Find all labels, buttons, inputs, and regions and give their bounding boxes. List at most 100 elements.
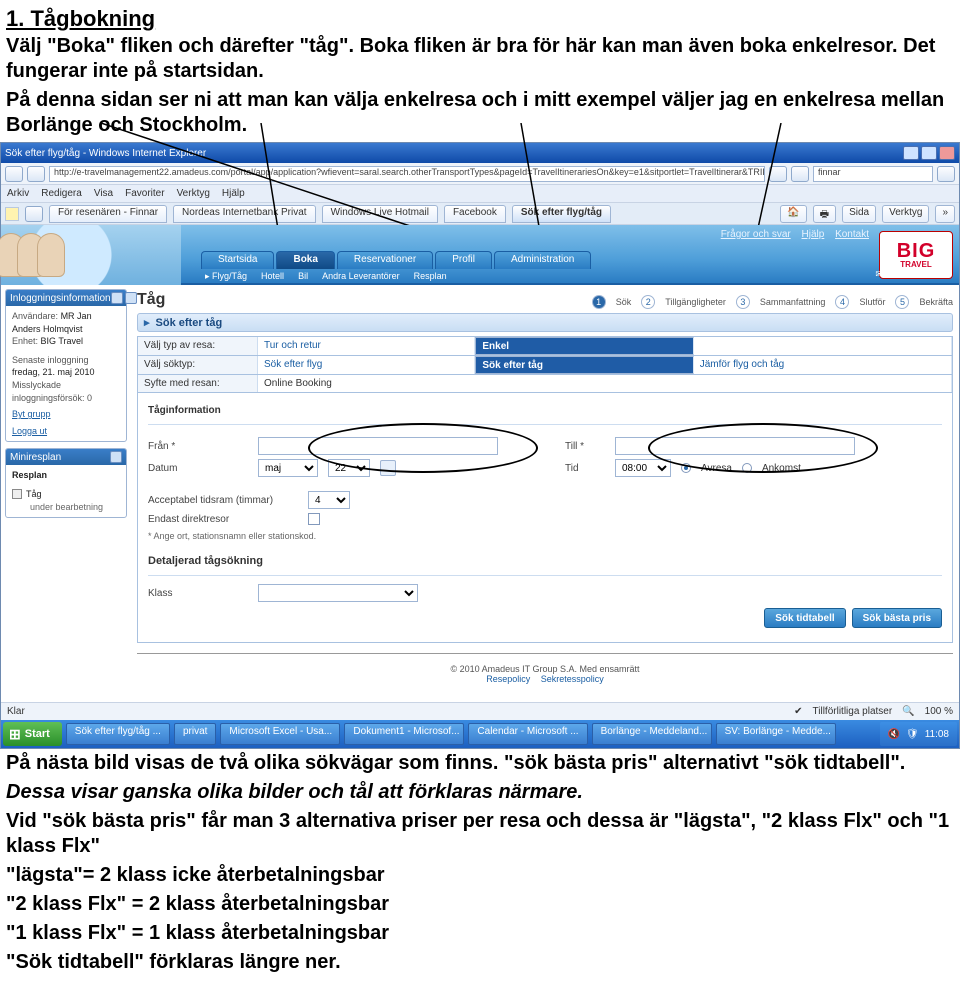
taskbar-item[interactable]: SV: Borlänge - Medde... <box>716 723 836 745</box>
footer-link-resepolicy[interactable]: Resepolicy <box>486 674 530 684</box>
system-tray[interactable]: 🔇 🛡 11:08 <box>880 722 957 746</box>
date-day-select[interactable]: 22 <box>328 459 370 477</box>
doc-paragraph-b4: "lägsta"= 2 klass icke återbetalningsbar <box>6 863 954 888</box>
taskbar-item[interactable]: privat <box>174 723 216 745</box>
header-link-contact[interactable]: Kontakt <box>835 229 869 240</box>
menu-arkiv[interactable]: Arkiv <box>7 188 29 199</box>
menu-verktyg[interactable]: Verktyg <box>177 188 210 199</box>
footer-copyright: © 2010 Amadeus IT Group S.A. Med ensamrä… <box>137 664 953 674</box>
nav-forward-button[interactable] <box>27 166 45 182</box>
opt-roundtrip[interactable]: Tur och retur <box>258 337 475 355</box>
stop-button[interactable] <box>791 166 809 182</box>
time-select[interactable]: 08:00 <box>615 459 671 477</box>
header-link-help[interactable]: Hjälp <box>802 229 825 240</box>
link-byt-grupp[interactable]: Byt grupp <box>12 408 120 421</box>
accept-select[interactable]: 4 <box>308 491 350 509</box>
collapse-icon[interactable] <box>110 451 122 463</box>
klass-select[interactable] <box>258 584 418 602</box>
from-label: Från * <box>148 441 248 452</box>
browser-tab[interactable]: För resenären - Finnar <box>49 205 167 223</box>
search-go-button[interactable] <box>937 166 955 182</box>
home-icon[interactable]: 🏠 <box>780 205 806 223</box>
browser-tab[interactable]: Sök efter flyg/tåg <box>512 205 611 223</box>
to-input[interactable] <box>615 437 855 455</box>
subnav-resplan[interactable]: Resplan <box>414 271 447 281</box>
taskbar-item[interactable]: Dokument1 - Microsof... <box>344 723 464 745</box>
tab-profil[interactable]: Profil <box>435 251 492 269</box>
maximize-button[interactable] <box>921 146 937 160</box>
login-panel-title: Inloggningsinformation <box>10 293 111 304</box>
help-icon[interactable]: » <box>935 205 955 223</box>
feed-icon[interactable]: 🖶 <box>813 205 836 223</box>
taskbar-item[interactable]: Borlänge - Meddeland... <box>592 723 712 745</box>
direct-checkbox[interactable] <box>308 513 320 525</box>
taskbar-item[interactable]: Calendar - Microsoft ... <box>468 723 587 745</box>
tab-startsida[interactable]: Startsida <box>201 251 274 269</box>
step-4-label: Slutför <box>859 297 885 307</box>
page-title: Tåg <box>137 291 165 309</box>
zoom-icon[interactable]: 🔍 <box>902 706 914 717</box>
opt-compare[interactable]: Jämför flyg och tåg <box>694 356 952 374</box>
checkbox-icon[interactable] <box>12 489 22 499</box>
favorites-icon[interactable] <box>5 207 19 221</box>
radio-avresa-label: Avresa <box>701 463 732 474</box>
browser-tab[interactable]: Facebook <box>444 205 506 223</box>
close-button[interactable] <box>939 146 955 160</box>
taskbar-item[interactable]: Sök efter flyg/tåg ... <box>66 723 170 745</box>
tab-administration[interactable]: Administration <box>494 251 591 269</box>
mini-resplan-panel: Miniresplan Resplan Tåg under bearbetnin… <box>5 448 127 518</box>
page-menu[interactable]: Sida <box>842 205 876 223</box>
tools-menu[interactable]: Verktyg <box>882 205 929 223</box>
sok-basta-pris-button[interactable]: Sök bästa pris <box>852 608 942 628</box>
unit-label: Enhet: <box>12 336 38 346</box>
main-content: Tåg 1Sök 2Tillgängligheter 3Sammanfattni… <box>131 285 959 702</box>
address-input[interactable]: http://e-travelmanagement22.amadeus.com/… <box>49 166 765 182</box>
search-input[interactable]: finnar <box>813 166 933 182</box>
footer-link-sekretess[interactable]: Sekretesspolicy <box>541 674 604 684</box>
start-button[interactable]: Start <box>3 722 62 746</box>
taskbar-item[interactable]: Microsoft Excel - Usa... <box>220 723 340 745</box>
required-note: * Ange ort, stationsnamn eller stationsk… <box>148 531 942 541</box>
main-nav: Startsida Boka Reservationer Profil Admi… <box>201 251 591 269</box>
nav-back-button[interactable] <box>5 166 23 182</box>
sok-tidtabell-button[interactable]: Sök tidtabell <box>764 608 845 628</box>
menu-hjalp[interactable]: Hjälp <box>222 188 245 199</box>
taginformation-heading: Tåginformation <box>148 405 942 416</box>
status-left: Klar <box>7 706 25 717</box>
addtab-icon[interactable] <box>25 206 43 222</box>
step-2-label: Tillgängligheter <box>665 297 726 307</box>
date-month-select[interactable]: maj <box>258 459 318 477</box>
doc-heading: 1. Tågbokning <box>6 6 960 32</box>
menu-redigera[interactable]: Redigera <box>41 188 82 199</box>
windows-taskbar: Start Sök efter flyg/tåg ... privat Micr… <box>1 720 959 748</box>
link-logga-ut[interactable]: Logga ut <box>12 425 120 438</box>
purpose-value: Online Booking <box>258 375 952 392</box>
radio-avresa[interactable] <box>681 463 691 473</box>
section-sok-efter-tag[interactable]: Sök efter tåg <box>137 313 953 332</box>
from-input[interactable] <box>258 437 498 455</box>
opt-oneway[interactable]: Enkel <box>475 337 693 355</box>
browser-tab[interactable]: Windows Live Hotmail <box>322 205 438 223</box>
window-buttons <box>903 146 955 160</box>
menu-visa[interactable]: Visa <box>94 188 113 199</box>
subnav-bil[interactable]: Bil <box>298 271 308 281</box>
browser-tab[interactable]: Nordeas Internetbank Privat <box>173 205 316 223</box>
mini-item-tag: Tåg <box>26 488 42 501</box>
subnav-hotell[interactable]: Hotell <box>261 271 284 281</box>
radio-ankomst[interactable] <box>742 463 752 473</box>
subnav-andra[interactable]: Andra Leverantörer <box>322 271 400 281</box>
subnav-flygtag[interactable]: Flyg/Tåg <box>205 271 247 282</box>
tab-boka[interactable]: Boka <box>276 251 334 269</box>
help-icon[interactable] <box>111 292 123 304</box>
tab-reservationer[interactable]: Reservationer <box>337 251 433 269</box>
menu-favoriter[interactable]: Favoriter <box>125 188 164 199</box>
refresh-button[interactable] <box>769 166 787 182</box>
reseinformation-link[interactable]: Reseinformation <box>875 269 951 283</box>
app-body: Inloggningsinformation Användare: MR Jan… <box>1 285 959 702</box>
minimize-button[interactable] <box>903 146 919 160</box>
header-link-faq[interactable]: Frågor och svar <box>721 229 791 240</box>
opt-search-train[interactable]: Sök efter tåg <box>475 356 693 374</box>
search-type-label: Välj söktyp: <box>138 356 258 374</box>
calendar-icon[interactable] <box>380 460 396 476</box>
opt-search-flight[interactable]: Sök efter flyg <box>258 356 475 374</box>
